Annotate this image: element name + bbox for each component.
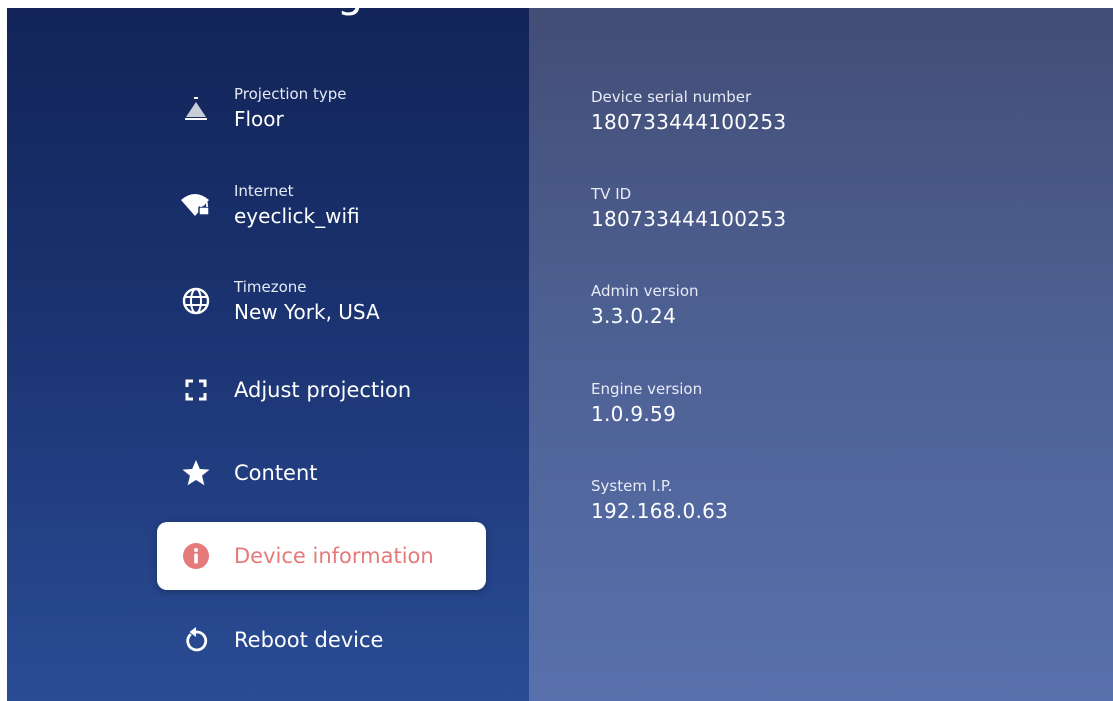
- tv-id-label: TV ID: [591, 185, 632, 203]
- menu-item-device-information[interactable]: Device information: [157, 522, 486, 590]
- admin-version-block: Admin version 3.3.0.24: [591, 282, 699, 328]
- menu-item-adjust-projection[interactable]: Adjust projection: [157, 356, 486, 424]
- star-icon: [178, 455, 214, 491]
- settings-screen: Settings Projection type Floor: [7, 8, 1113, 701]
- internet-value: eyeclick_wifi: [234, 204, 360, 228]
- tv-id-block: TV ID 180733444100253: [591, 185, 786, 231]
- menu-item-timezone[interactable]: Timezone New York, USA: [157, 267, 486, 335]
- menu-item-internet[interactable]: Internet eyeclick_wifi: [157, 171, 486, 239]
- menu-item-projection-type[interactable]: Projection type Floor: [157, 74, 486, 142]
- tv-id-value: 180733444100253: [591, 207, 787, 231]
- content-label: Content: [234, 461, 318, 485]
- adjust-projection-label: Adjust projection: [234, 378, 412, 402]
- system-ip-block: System I.P. 192.168.0.63: [591, 477, 728, 523]
- system-ip-label: System I.P.: [591, 477, 673, 495]
- timezone-caption: Timezone: [234, 278, 307, 296]
- menu-item-content[interactable]: Content: [157, 439, 486, 507]
- timezone-value: New York, USA: [234, 300, 380, 324]
- globe-icon: [178, 283, 214, 319]
- serial-number-label: Device serial number: [591, 88, 752, 106]
- projection-type-value: Floor: [234, 107, 284, 131]
- admin-version-label: Admin version: [591, 282, 699, 300]
- menu-item-reboot-device[interactable]: Reboot device: [157, 606, 486, 674]
- projection-type-caption: Projection type: [234, 85, 347, 103]
- engine-version-block: Engine version 1.0.9.59: [591, 380, 702, 426]
- reboot-icon: [178, 622, 214, 658]
- system-ip-value: 192.168.0.63: [591, 499, 729, 523]
- device-information-label: Device information: [234, 544, 434, 568]
- settings-menu-panel: Settings Projection type Floor: [7, 8, 529, 701]
- projection-icon: [178, 90, 214, 126]
- serial-number-value: 180733444100253: [591, 110, 787, 134]
- reboot-device-label: Reboot device: [234, 628, 384, 652]
- serial-number-block: Device serial number 180733444100253: [591, 88, 786, 134]
- engine-version-label: Engine version: [591, 380, 703, 398]
- engine-version-value: 1.0.9.59: [591, 402, 677, 426]
- frame-corners-icon: [178, 372, 214, 408]
- internet-caption: Internet: [234, 182, 294, 200]
- page-title: Settings: [207, 8, 387, 17]
- admin-version-value: 3.3.0.24: [591, 304, 677, 328]
- wifi-lock-icon: [178, 187, 214, 223]
- info-icon: [178, 538, 214, 574]
